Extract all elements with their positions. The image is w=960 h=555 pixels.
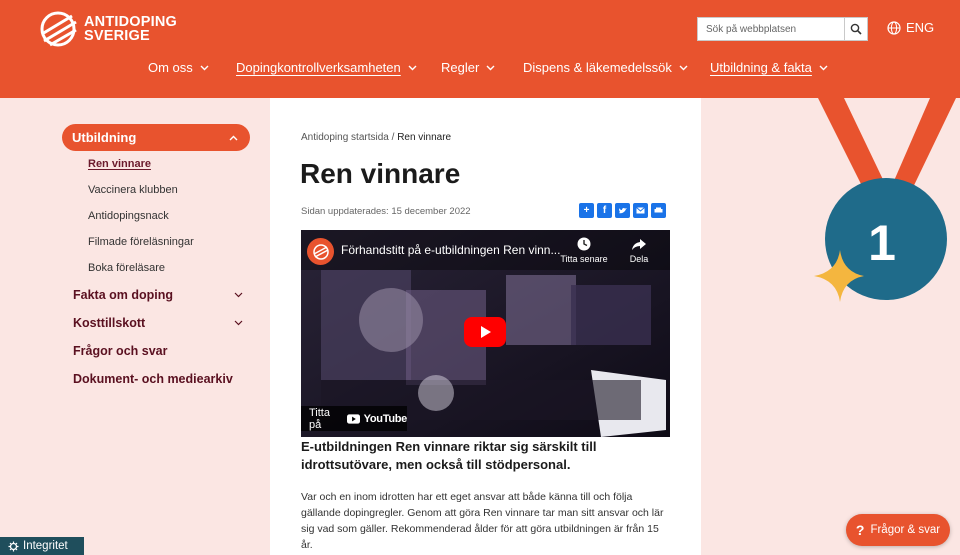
breadcrumb: Antidoping startsida / Ren vinnare <box>301 132 451 143</box>
nav-dopingkontroll[interactable]: Dopingkontrollverksamheten <box>236 60 417 75</box>
breadcrumb-separator: / <box>391 132 395 143</box>
body-paragraph: Var och en inom idrotten har ett eget an… <box>301 491 664 551</box>
sidebar-sub-vaccinera[interactable]: Vaccinera klubben <box>88 184 178 196</box>
print-icon[interactable] <box>651 203 666 218</box>
faq-button-label: Frågor & svar <box>870 524 941 536</box>
sidebar-sub-ren-vinnare[interactable]: Ren vinnare <box>88 158 151 170</box>
search-icon <box>850 23 862 35</box>
sidebar-sub-filmade[interactable]: Filmade föreläsningar <box>88 236 194 248</box>
sidebar-item-label: Kosttillskott <box>73 316 146 330</box>
sidebar-item-label: Dokument- och mediearkiv <box>73 372 233 386</box>
youtube-wordmark: YouTube <box>363 412 408 425</box>
video-player[interactable]: Förhandstitt på e-utbildningen Ren vinn.… <box>301 230 670 437</box>
integrity-button[interactable]: Integritet <box>0 537 84 555</box>
chevron-down-icon <box>679 65 688 70</box>
globe-icon <box>887 20 901 35</box>
logo-text: ANTIDOPING SVERIGE <box>84 14 178 44</box>
share-arrow-icon <box>632 239 646 250</box>
sidebar-item-label: Utbildning <box>72 130 137 145</box>
watch-later-button[interactable]: Titta senare <box>560 236 608 264</box>
sidebar-item-fragor[interactable]: Frågor och svar <box>73 344 243 358</box>
chevron-down-icon <box>486 65 495 70</box>
sidebar: Utbildning Ren vinnare Vaccinera klubben… <box>62 124 250 386</box>
updated-date: Sidan uppdaterades: 15 december 2022 <box>301 206 471 217</box>
nav-dispens[interactable]: Dispens & läkemedelssök <box>523 60 688 75</box>
page-title: Ren vinnare <box>300 158 461 189</box>
nav-label: Dispens & läkemedelssök <box>523 60 672 75</box>
breadcrumb-home-link[interactable]: Antidoping startsida <box>301 132 389 143</box>
lead-paragraph: E-utbildningen Ren vinnare riktar sig sä… <box>301 439 597 472</box>
sidebar-sub-antidopingsnack[interactable]: Antidopingsnack <box>88 210 169 222</box>
chevron-down-icon <box>234 320 243 326</box>
gear-icon <box>8 541 19 551</box>
logo-mark-icon <box>40 11 77 47</box>
faq-button[interactable]: ? Frågor & svar <box>846 514 950 546</box>
watch-on-youtube[interactable]: Titta på YouTube <box>301 406 407 431</box>
channel-logo-icon <box>312 243 329 260</box>
watch-on-label: Titta på <box>309 406 330 431</box>
language-switch[interactable]: ENG <box>887 20 934 35</box>
video-title[interactable]: Förhandstitt på e-utbildningen Ren vinn.… <box>341 243 560 257</box>
sidebar-item-dokument[interactable]: Dokument- och mediearkiv <box>73 372 243 386</box>
nav-label: Utbildning & fakta <box>710 60 812 75</box>
nav-utbildning-fakta[interactable]: Utbildning & fakta <box>710 60 828 75</box>
search-input[interactable] <box>697 17 844 41</box>
sidebar-item-utbildning[interactable]: Utbildning <box>62 124 250 151</box>
chevron-down-icon <box>819 65 828 70</box>
integrity-label: Integritet <box>23 540 68 552</box>
nav-label: Om oss <box>148 60 193 75</box>
logo-line-1: ANTIDOPING <box>84 14 178 30</box>
language-label: ENG <box>906 20 935 35</box>
share-add-icon[interactable]: + <box>579 203 594 218</box>
facebook-icon[interactable]: f <box>597 203 612 218</box>
share-label: Dela <box>629 254 649 264</box>
search-box <box>697 17 868 41</box>
nav-label: Dopingkontrollverksamheten <box>236 60 401 75</box>
play-button[interactable] <box>464 317 506 347</box>
chevron-up-icon <box>229 135 238 140</box>
chevron-down-icon <box>408 65 417 70</box>
youtube-icon <box>346 413 360 424</box>
medal-illustration: 1 <box>814 98 956 302</box>
play-icon <box>481 326 491 338</box>
chevron-down-icon <box>200 65 209 70</box>
nav-label: Regler <box>441 60 480 75</box>
question-mark-icon: ? <box>855 522 865 538</box>
sidebar-item-label: Fakta om doping <box>73 288 173 302</box>
sidebar-item-label: Frågor och svar <box>73 344 168 358</box>
clock-icon <box>577 237 591 251</box>
chevron-down-icon <box>234 292 243 298</box>
site-header: ANTIDOPING SVERIGE ENG Om oss Dopingkont… <box>0 0 960 98</box>
twitter-icon[interactable] <box>615 203 630 218</box>
logo-line-2: SVERIGE <box>84 28 150 44</box>
sidebar-item-fakta[interactable]: Fakta om doping <box>73 288 243 302</box>
sidebar-item-kosttillskott[interactable]: Kosttillskott <box>73 316 243 330</box>
nav-om-oss[interactable]: Om oss <box>148 60 209 75</box>
sidebar-sub-boka[interactable]: Boka föreläsare <box>88 262 165 274</box>
watch-later-label: Titta senare <box>560 254 608 264</box>
channel-avatar[interactable] <box>307 238 334 265</box>
share-buttons: + f <box>579 203 666 218</box>
email-icon[interactable] <box>633 203 648 218</box>
medal-number: 1 <box>868 215 896 271</box>
logo[interactable]: ANTIDOPING SVERIGE <box>38 10 188 48</box>
video-share-button[interactable]: Dela <box>624 236 654 264</box>
main-content: Antidoping startsida / Ren vinnare Ren v… <box>270 98 701 555</box>
nav-regler[interactable]: Regler <box>441 60 495 75</box>
breadcrumb-current: Ren vinnare <box>397 132 452 143</box>
search-button[interactable] <box>844 17 868 41</box>
main-nav: Om oss Dopingkontrollverksamheten Regler… <box>0 60 960 80</box>
